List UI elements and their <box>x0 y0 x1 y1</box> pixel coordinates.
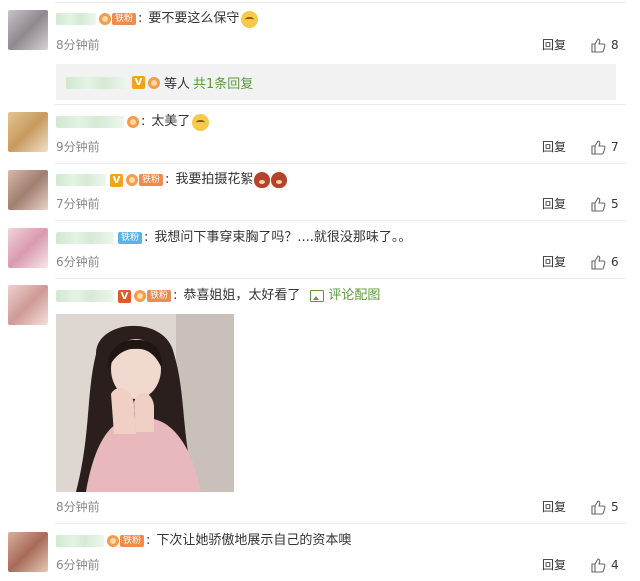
like-count: 8 <box>611 38 619 52</box>
subreply-deng-ren: 等人 <box>164 77 191 92</box>
username[interactable] <box>56 290 114 302</box>
like-count: 6 <box>611 255 619 269</box>
thumbs-up-icon[interactable] <box>590 254 606 270</box>
avatar[interactable] <box>8 532 48 572</box>
like-count: 4 <box>611 558 619 572</box>
username[interactable] <box>56 13 96 25</box>
verified-v-icon: V <box>110 173 123 187</box>
divider <box>55 523 626 524</box>
crown-icon <box>148 76 160 89</box>
username[interactable] <box>66 76 128 89</box>
divider <box>55 163 626 164</box>
fan-badge: 铁粉 <box>118 232 143 244</box>
thumbs-up-icon[interactable] <box>590 37 606 53</box>
comment-time: 8分钟前 <box>56 500 100 514</box>
reply-button[interactable]: 回复 <box>542 557 566 573</box>
comment-text: 太美了 <box>151 114 191 129</box>
bear-emoji-icon <box>254 172 271 188</box>
username[interactable] <box>56 535 104 547</box>
comment-text: 要不要这么保守 <box>148 11 240 26</box>
crown-icon <box>99 13 111 25</box>
comment-line: : 太美了 <box>56 113 210 131</box>
username[interactable] <box>56 174 106 186</box>
reply-button[interactable]: 回复 <box>542 499 566 515</box>
portrait-photo <box>56 314 234 492</box>
comment-text: 下次让她骄傲地展示自己的资本噢 <box>156 533 352 548</box>
avatar[interactable] <box>8 285 48 325</box>
comment-time: 9分钟前 <box>56 140 100 154</box>
reply-button[interactable]: 回复 <box>542 37 566 53</box>
fan-badge: 铁粉 <box>139 174 164 186</box>
subreply-count-link[interactable]: 共1条回复 <box>193 73 253 92</box>
reply-button[interactable]: 回复 <box>542 196 566 212</box>
fan-badge: 铁粉 <box>120 535 145 547</box>
fan-badge: 铁粉 <box>147 290 172 302</box>
comment-line: V 铁粉 : 恭喜姐姐，太好看了 评论配图 <box>56 287 380 305</box>
divider <box>55 220 626 221</box>
crown-icon <box>127 116 139 128</box>
comment-time: 6分钟前 <box>56 255 100 269</box>
avatar[interactable] <box>8 112 48 152</box>
fan-badge: 铁粉 <box>112 13 137 25</box>
thumbs-up-icon[interactable] <box>590 499 606 515</box>
comment-line: V 铁粉 : 我要拍摄花絮 <box>56 171 288 189</box>
thumbs-up-icon[interactable] <box>590 557 606 573</box>
bear-emoji-icon <box>271 172 288 188</box>
divider <box>55 278 626 279</box>
comment-text: 我想问下事穿束胸了吗？....就很没那味了。。 <box>154 230 412 245</box>
crown-icon <box>134 290 146 302</box>
comment-time: 7分钟前 <box>56 197 100 211</box>
comment-time: 8分钟前 <box>56 38 100 52</box>
divider <box>55 104 626 105</box>
verified-v-icon: V <box>118 289 131 303</box>
comment-text: 恭喜姐姐，太好看了 <box>183 288 301 303</box>
emoji-icon <box>241 10 259 28</box>
comment-photo[interactable] <box>56 314 234 492</box>
comment-line: 铁粉 : 下次让她骄傲地展示自己的资本噢 <box>56 532 351 550</box>
crown-icon <box>107 535 119 547</box>
like-count: 5 <box>611 197 619 211</box>
username[interactable] <box>56 232 114 244</box>
reply-button[interactable]: 回复 <box>542 254 566 270</box>
avatar[interactable] <box>8 170 48 210</box>
emoji-icon <box>192 113 210 131</box>
avatar[interactable] <box>8 228 48 268</box>
comment-text: 我要拍摄花絮 <box>175 172 254 187</box>
like-count: 5 <box>611 500 619 514</box>
avatar[interactable] <box>8 10 48 50</box>
comment-line: 铁粉 : 要不要这么保守 <box>56 10 259 28</box>
reply-button[interactable]: 回复 <box>542 139 566 155</box>
crown-icon <box>126 174 138 186</box>
thumbs-up-icon[interactable] <box>590 196 606 212</box>
verified-v-icon: V <box>132 76 145 89</box>
thumbs-up-icon[interactable] <box>590 139 606 155</box>
comment-image-link[interactable]: 评论配图 <box>310 287 380 305</box>
subreply-box[interactable]: V 等人 共1条回复 <box>56 64 616 100</box>
divider <box>55 2 626 3</box>
username[interactable] <box>56 116 124 128</box>
comment-time: 6分钟前 <box>56 558 100 572</box>
image-icon <box>310 290 325 302</box>
comment-image-label: 评论配图 <box>328 288 381 303</box>
comment-line: 铁粉 : 我想问下事穿束胸了吗？....就很没那味了。。 <box>56 229 411 247</box>
like-count: 7 <box>611 140 619 154</box>
